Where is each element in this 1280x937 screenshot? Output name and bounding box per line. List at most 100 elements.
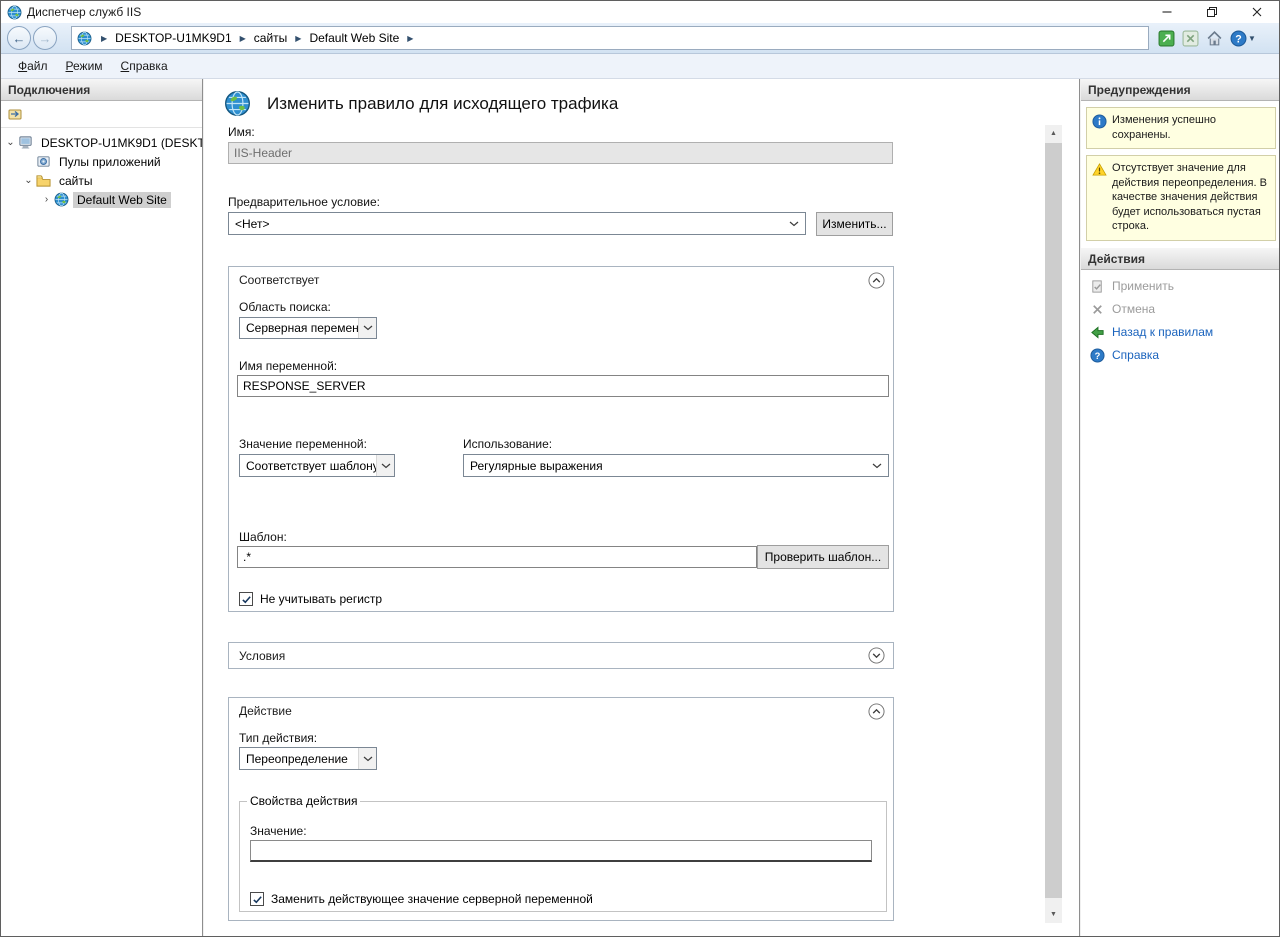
restore-icon [1207,7,1217,17]
action-type-select[interactable]: Переопределение [239,747,377,770]
check-icon [252,894,263,905]
cancel-label: Отмена [1112,302,1155,316]
site-globe-icon [77,31,92,46]
pattern-input[interactable] [237,546,757,568]
tree-expander-icon[interactable]: ⌄ [3,138,18,148]
scroll-down-button[interactable]: ▼ [1045,906,1062,923]
navigation-bar: ← → ▶ DESKTOP-U1MK9D1 ▶ сайты ▶ Default … [1,23,1279,54]
iis-manager-window: Диспетчер служб IIS ← → ▶ DESKTOP-U1MK9D… [0,0,1280,937]
close-button[interactable] [1234,1,1279,23]
close-icon [1252,7,1262,17]
connections-header: Подключения [1,79,202,101]
scroll-up-button[interactable]: ▲ [1045,125,1062,142]
breadcrumb-item-sites[interactable]: сайты [251,29,291,47]
tree-label-server: DESKTOP-U1MK9D1 (DESKTOP [37,135,202,151]
name-label: Имя: [228,125,255,139]
using-label: Использование: [463,437,552,451]
create-connection-icon[interactable] [7,106,23,122]
using-select[interactable]: Регулярные выражения [463,454,889,477]
restore-button[interactable] [1189,1,1234,23]
action-section: Действие Тип действия: Переопределение С… [228,697,894,921]
match-section-title: Соответствует [239,273,319,287]
chevron-down-icon [376,455,394,476]
help-link[interactable]: Справка [1081,344,1280,367]
action-type-value: Переопределение [246,752,348,766]
back-arrow-icon [1090,325,1105,340]
help-menu-button[interactable]: ▼ [1230,30,1256,47]
scrollbar-thumb[interactable] [1045,143,1062,898]
action-properties-fieldset: Свойства действия Значение: Заменить дей… [239,794,887,912]
action-value-input[interactable] [250,840,872,862]
replace-value-checkbox[interactable] [250,892,264,906]
home-icon[interactable] [1206,30,1223,47]
forward-button[interactable]: → [33,26,57,50]
precondition-label: Предварительное условие: [228,195,380,209]
variable-value-select[interactable]: Соответствует шаблону [239,454,395,477]
vertical-scrollbar[interactable]: ▲ ▼ [1045,125,1062,923]
variable-name-label: Имя переменной: [239,359,337,373]
test-pattern-button[interactable]: Проверить шаблон... [757,545,889,569]
tree-item-sites[interactable]: ⌄ сайты [1,171,202,190]
edit-precondition-button[interactable]: Изменить... [816,212,893,236]
tree-label-app-pools: Пулы приложений [55,154,165,170]
actions-list: Применить Отмена Назад к правилам Справк… [1081,270,1280,367]
breadcrumb-arrow-icon: ▶ [407,34,413,43]
using-value: Регулярные выражения [470,459,603,473]
pattern-label: Шаблон: [239,530,287,544]
tree-expander-icon[interactable]: › [39,195,54,205]
chevron-down-icon [358,748,376,769]
actions-header: Действия [1081,248,1280,270]
titlebar: Диспетчер служб IIS [1,1,1279,23]
cancel-button: Отмена [1081,298,1280,321]
menu-view[interactable]: Режим [57,56,112,76]
website-globe-icon [54,192,69,207]
info-alert: Изменения успешно сохранены. [1086,107,1276,149]
restart-icon[interactable] [1158,30,1175,47]
info-icon [1092,114,1107,129]
action-properties-legend: Свойства действия [247,794,360,808]
cancel-icon [1090,302,1105,317]
precondition-select[interactable]: <Нет> [228,212,806,235]
scope-label: Область поиска: [239,300,331,314]
apply-label: Применить [1112,279,1174,293]
tree-item-server[interactable]: ⌄ DESKTOP-U1MK9D1 (DESKTOP [1,133,202,152]
edit-outbound-rule-page: Изменить правило для исходящего трафика … [204,79,1080,937]
window-title: Диспетчер служб IIS [27,5,141,19]
breadcrumb-item-server[interactable]: DESKTOP-U1MK9D1 [112,29,234,47]
window-controls [1144,1,1279,23]
connections-panel: Подключения ⌄ DESKTOP-U1MK9D1 (DESKTOP П… [1,79,203,937]
chevron-down-icon [789,221,799,227]
tree-item-default-web-site[interactable]: › Default Web Site [1,190,202,209]
tree-label-default-web-site: Default Web Site [73,192,171,208]
expand-conditions-button[interactable] [868,647,885,664]
sites-folder-icon [36,173,51,188]
check-icon [241,594,252,605]
collapse-action-button[interactable] [868,703,885,720]
help-icon [1090,348,1105,363]
help-icon [1230,30,1247,47]
breadcrumb-arrow-icon: ▶ [101,34,107,43]
variable-name-input[interactable] [237,375,889,397]
breadcrumb-item-default-web-site[interactable]: Default Web Site [306,29,402,47]
name-input[interactable] [228,142,893,164]
navbar-tools: ▼ [1158,30,1256,47]
page-globe-icon [224,90,251,117]
variable-value-value: Соответствует шаблону [246,459,379,473]
breadcrumb: ▶ DESKTOP-U1MK9D1 ▶ сайты ▶ Default Web … [71,26,1149,50]
conditions-section-title: Условия [239,649,285,663]
menu-help[interactable]: Справка [112,56,177,76]
minimize-button[interactable] [1144,1,1189,23]
chevron-down-icon: ▼ [1248,34,1256,43]
server-icon [18,135,33,150]
app-pools-icon [36,154,51,169]
stop-icon[interactable] [1182,30,1199,47]
back-to-rules-link[interactable]: Назад к правилам [1081,321,1280,344]
back-to-rules-label: Назад к правилам [1112,325,1213,339]
tree-expander-icon[interactable]: ⌄ [21,176,36,186]
back-button[interactable]: ← [7,26,31,50]
menu-file[interactable]: Файл [9,56,57,76]
scope-select[interactable]: Серверная переменн [239,317,377,339]
ignore-case-checkbox[interactable] [239,592,253,606]
collapse-match-button[interactable] [868,272,885,289]
tree-item-app-pools[interactable]: Пулы приложений [1,152,202,171]
